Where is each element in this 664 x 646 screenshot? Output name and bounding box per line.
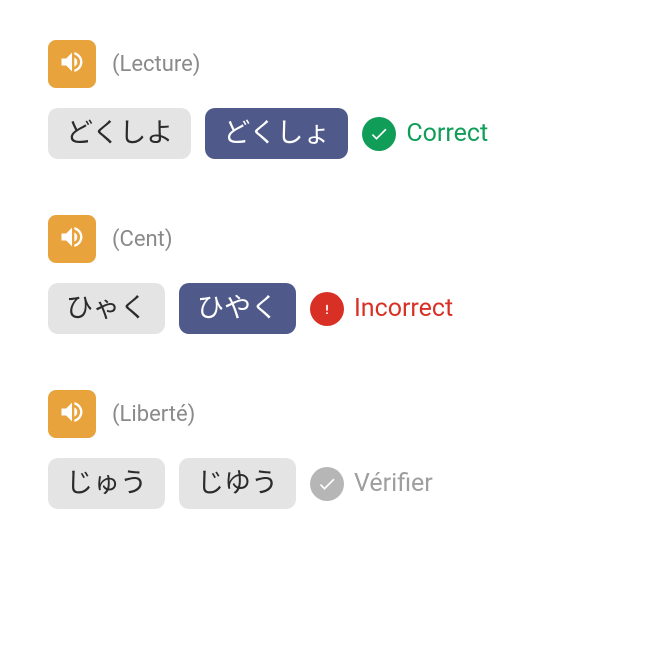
answer-choice[interactable]: ひやく [179, 283, 296, 334]
answer-choice[interactable]: じゆう [179, 458, 296, 509]
prompt-row: (Liberté) [48, 390, 616, 438]
speaker-icon [58, 398, 86, 430]
prompt-label: (Liberté) [112, 402, 195, 427]
checkmark-icon[interactable] [310, 467, 344, 501]
question-block: (Liberté) じゅう じゆう Vérifier [48, 390, 616, 509]
answer-choice[interactable]: じゅう [48, 458, 165, 509]
answer-choice[interactable]: どくしょ [205, 108, 348, 159]
exclamation-icon [310, 292, 344, 326]
question-block: (Lecture) どくしよ どくしょ Correct [48, 40, 616, 159]
verify-label[interactable]: Vérifier [354, 469, 433, 498]
speaker-icon [58, 223, 86, 255]
checkmark-icon [362, 117, 396, 151]
prompt-label: (Cent) [112, 227, 173, 252]
play-audio-button[interactable] [48, 215, 96, 263]
status-group: Incorrect [310, 292, 453, 326]
answer-choice[interactable]: ひゃく [48, 283, 165, 334]
play-audio-button[interactable] [48, 390, 96, 438]
question-block: (Cent) ひゃく ひやく Incorrect [48, 215, 616, 334]
prompt-row: (Lecture) [48, 40, 616, 88]
status-label: Incorrect [354, 294, 453, 323]
prompt-label: (Lecture) [112, 52, 200, 77]
answer-choice[interactable]: どくしよ [48, 108, 191, 159]
play-audio-button[interactable] [48, 40, 96, 88]
answer-row: どくしよ どくしょ Correct [48, 108, 616, 159]
status-group: Correct [362, 117, 488, 151]
speaker-icon [58, 48, 86, 80]
status-group: Vérifier [310, 467, 433, 501]
status-label: Correct [406, 119, 488, 148]
answer-row: ひゃく ひやく Incorrect [48, 283, 616, 334]
prompt-row: (Cent) [48, 215, 616, 263]
answer-row: じゅう じゆう Vérifier [48, 458, 616, 509]
